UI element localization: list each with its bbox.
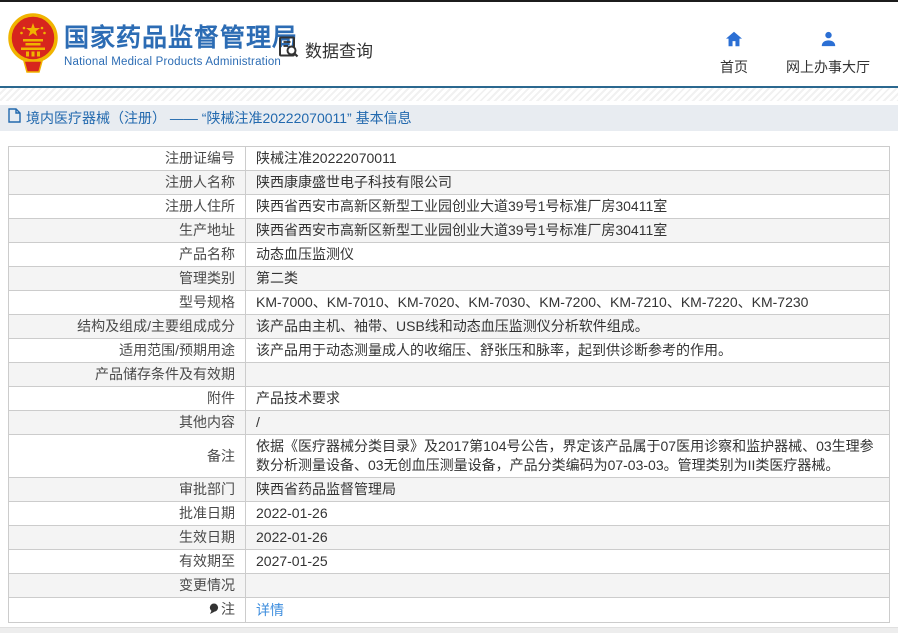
row-label: 生效日期 [9,526,246,550]
table-row: 批准日期2022-01-26 [9,502,890,526]
table-row: 注册证编号陕械注准20222070011 [9,147,890,171]
row-label: 注册人名称 [9,171,246,195]
row-label: 适用范围/预期用途 [9,339,246,363]
row-value: 2022-01-26 [246,502,890,526]
table-row: 生产地址陕西省西安市高新区新型工业园创业大道39号1号标准厂房30411室 [9,219,890,243]
row-value: 陕西省西安市高新区新型工业园创业大道39号1号标准厂房30411室 [246,219,890,243]
row-value: 陕西省药品监督管理局 [246,478,890,502]
data-query-tab[interactable]: 数据查询 [276,35,373,64]
row-value: 2022-01-26 [246,526,890,550]
document-icon [8,108,21,128]
row-value: 陕械注准20222070011 [246,147,890,171]
row-value: 详情 [246,598,890,623]
row-value: 陕西省西安市高新区新型工业园创业大道39号1号标准厂房30411室 [246,195,890,219]
site-header: 国家药品监督管理局 National Medical Products Admi… [0,2,898,86]
row-label: 备注 [9,435,246,478]
row-value: KM-7000、KM-7010、KM-7020、KM-7030、KM-7200、… [246,291,890,315]
nav-home-label: 首页 [720,57,748,77]
table-row: 其他内容/ [9,411,890,435]
table-row: 变更情况 [9,574,890,598]
row-label: 生产地址 [9,219,246,243]
table-row: 结构及组成/主要组成成分该产品由主机、袖带、USB线和动态血压监测仪分析软件组成… [9,315,890,339]
table-row: 备注依据《医疗器械分类目录》及2017第104号公告，界定该产品属于07医用诊察… [9,435,890,478]
row-label: 审批部门 [9,478,246,502]
row-value: / [246,411,890,435]
row-value [246,574,890,598]
table-row: 管理类别第二类 [9,267,890,291]
data-query-label: 数据查询 [305,37,373,62]
hatch-texture-strip [0,88,898,101]
row-value: 依据《医疗器械分类目录》及2017第104号公告，界定该产品属于07医用诊察和监… [246,435,890,478]
org-subtitle: National Medical Products Administration [64,56,298,68]
row-label: 有效期至 [9,550,246,574]
row-value: 动态血压监测仪 [246,243,890,267]
row-label: 批准日期 [9,502,246,526]
breadcrumb-text: 境内医疗器械（注册） —— “陕械注准20222070011” 基本信息 [26,108,412,128]
table-row: 生效日期2022-01-26 [9,526,890,550]
row-label: 注册证编号 [9,147,246,171]
row-label: 型号规格 [9,291,246,315]
row-value: 陕西康康盛世电子科技有限公司 [246,171,890,195]
data-query-icon [276,35,300,64]
table-row: 注册人名称陕西康康盛世电子科技有限公司 [9,171,890,195]
row-value [246,363,890,387]
brand-block: 国家药品监督管理局 National Medical Products Admi… [64,23,298,68]
row-label: 其他内容 [9,411,246,435]
table-row: 有效期至2027-01-25 [9,550,890,574]
row-label: 产品名称 [9,243,246,267]
home-icon [725,31,743,52]
table-row: 型号规格KM-7000、KM-7010、KM-7020、KM-7030、KM-7… [9,291,890,315]
table-row: 注册人住所陕西省西安市高新区新型工业园创业大道39号1号标准厂房30411室 [9,195,890,219]
row-value: 该产品用于动态测量成人的收缩压、舒张压和脉率，起到供诊断参考的作用。 [246,339,890,363]
footer-strip [0,627,898,633]
table-row: 适用范围/预期用途该产品用于动态测量成人的收缩压、舒张压和脉率，起到供诊断参考的… [9,339,890,363]
nav-item-online-hall[interactable]: 网上办事大厅 [786,31,870,77]
registration-info-table: 注册证编号陕械注准20222070011注册人名称陕西康康盛世电子科技有限公司注… [8,146,890,623]
row-label: 产品储存条件及有效期 [9,363,246,387]
nav-hall-label: 网上办事大厅 [786,57,870,77]
table-row: 产品名称动态血压监测仪 [9,243,890,267]
top-nav: 首页 网上办事大厅 [720,31,870,77]
row-label: 注 [9,598,246,623]
table-row: 审批部门陕西省药品监督管理局 [9,478,890,502]
row-label: 附件 [9,387,246,411]
row-label: 管理类别 [9,267,246,291]
nav-item-home[interactable]: 首页 [720,31,748,77]
comment-icon [208,601,219,620]
row-label: 注册人住所 [9,195,246,219]
row-label: 结构及组成/主要组成成分 [9,315,246,339]
row-label: 变更情况 [9,574,246,598]
table-row: 附件产品技术要求 [9,387,890,411]
user-icon [820,31,837,52]
row-value: 2027-01-25 [246,550,890,574]
detail-link[interactable]: 详情 [256,602,284,618]
breadcrumb: 境内医疗器械（注册） —— “陕械注准20222070011” 基本信息 [0,105,898,131]
row-value: 该产品由主机、袖带、USB线和动态血压监测仪分析软件组成。 [246,315,890,339]
org-title: 国家药品监督管理局 [64,23,298,53]
table-row: 注详情 [9,598,890,623]
national-emblem-logo [8,11,58,82]
table-row: 产品储存条件及有效期 [9,363,890,387]
row-value: 第二类 [246,267,890,291]
row-value: 产品技术要求 [246,387,890,411]
registration-table-body: 注册证编号陕械注准20222070011注册人名称陕西康康盛世电子科技有限公司注… [9,147,890,623]
